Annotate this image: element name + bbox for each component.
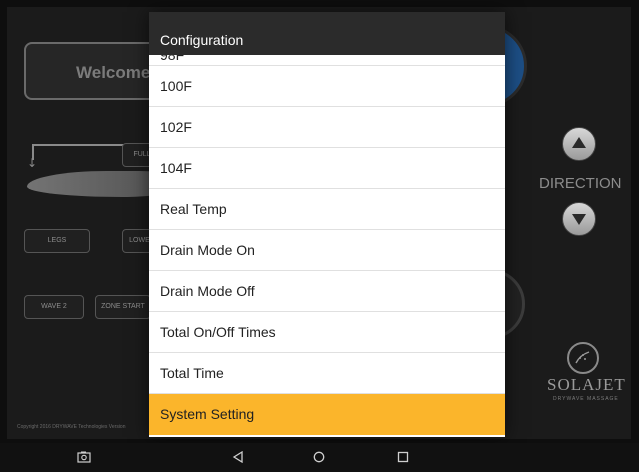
dialog-title: Configuration bbox=[160, 32, 244, 48]
arrow-up-icon bbox=[572, 137, 586, 148]
configuration-list[interactable]: 98F 100F 102F 104F Real Temp Drain Mode … bbox=[149, 55, 505, 437]
list-item-104f[interactable]: 104F bbox=[149, 148, 505, 189]
list-item-total-on-off-times[interactable]: Total On/Off Times bbox=[149, 312, 505, 353]
logo-text: SOLAJET bbox=[547, 375, 626, 394]
direction-up-button[interactable] bbox=[562, 127, 596, 161]
down-arrow-icon: ↓ bbox=[27, 156, 38, 170]
screenshot-icon[interactable] bbox=[77, 451, 91, 463]
list-item-drain-mode-on[interactable]: Drain Mode On bbox=[149, 230, 505, 271]
copyright-text: Copyright 2016 DRYWAVE Technologies Vers… bbox=[17, 424, 126, 430]
wave-button[interactable]: WAVE 2 bbox=[24, 295, 84, 319]
list-item-partial[interactable]: 98F bbox=[160, 55, 184, 63]
dialog-header: Configuration bbox=[149, 12, 505, 55]
legs-button[interactable]: LEGS bbox=[24, 229, 90, 253]
list-item-102f[interactable]: 102F bbox=[149, 107, 505, 148]
list-item-total-time[interactable]: Total Time bbox=[149, 353, 505, 394]
direction-down-button[interactable] bbox=[562, 202, 596, 236]
recents-icon[interactable] bbox=[397, 451, 409, 463]
list-item-drain-mode-off[interactable]: Drain Mode Off bbox=[149, 271, 505, 312]
direction-label: DIRECTION bbox=[539, 175, 622, 192]
back-icon[interactable] bbox=[232, 451, 244, 463]
logo-subtitle: DRYWAVE MASSAGE bbox=[553, 396, 619, 402]
arrow-down-icon bbox=[572, 214, 586, 225]
list-item-system-setting[interactable]: System Setting bbox=[149, 394, 505, 435]
list-item-real-temp[interactable]: Real Temp bbox=[149, 189, 505, 230]
android-nav-bar bbox=[0, 443, 639, 472]
home-icon[interactable] bbox=[313, 451, 325, 463]
list-item-100f[interactable]: 100F bbox=[149, 66, 505, 107]
zone-start-button[interactable]: ZONE START bbox=[95, 295, 151, 319]
solajet-logo-icon bbox=[567, 342, 599, 374]
